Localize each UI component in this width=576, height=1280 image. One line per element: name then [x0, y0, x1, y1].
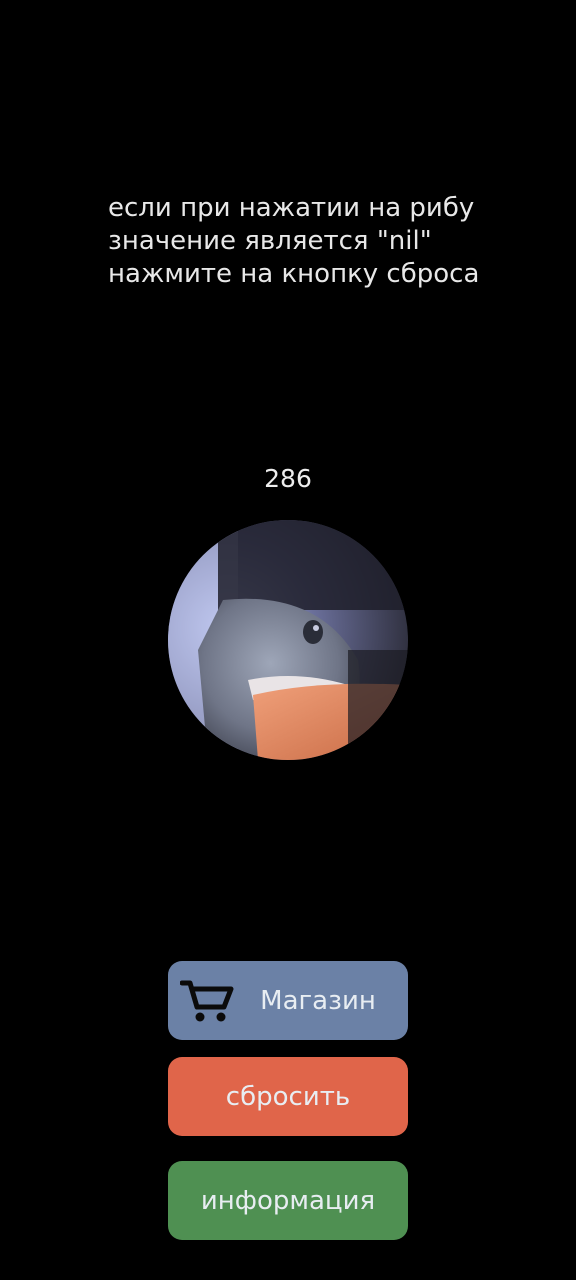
shop-button-label: Магазин: [260, 985, 376, 1016]
shop-button[interactable]: Магазин: [168, 961, 408, 1040]
shopping-cart-icon: [179, 977, 234, 1025]
info-button-label: информация: [200, 1185, 376, 1216]
reset-button[interactable]: сбросить: [168, 1057, 408, 1136]
reset-button-label: сбросить: [225, 1081, 351, 1112]
instructions-text: если при нажатии на рибу значение являет…: [108, 193, 480, 289]
click-counter: 286: [264, 464, 312, 493]
info-button[interactable]: информация: [168, 1161, 408, 1240]
fish-clicker-image[interactable]: [168, 520, 408, 760]
